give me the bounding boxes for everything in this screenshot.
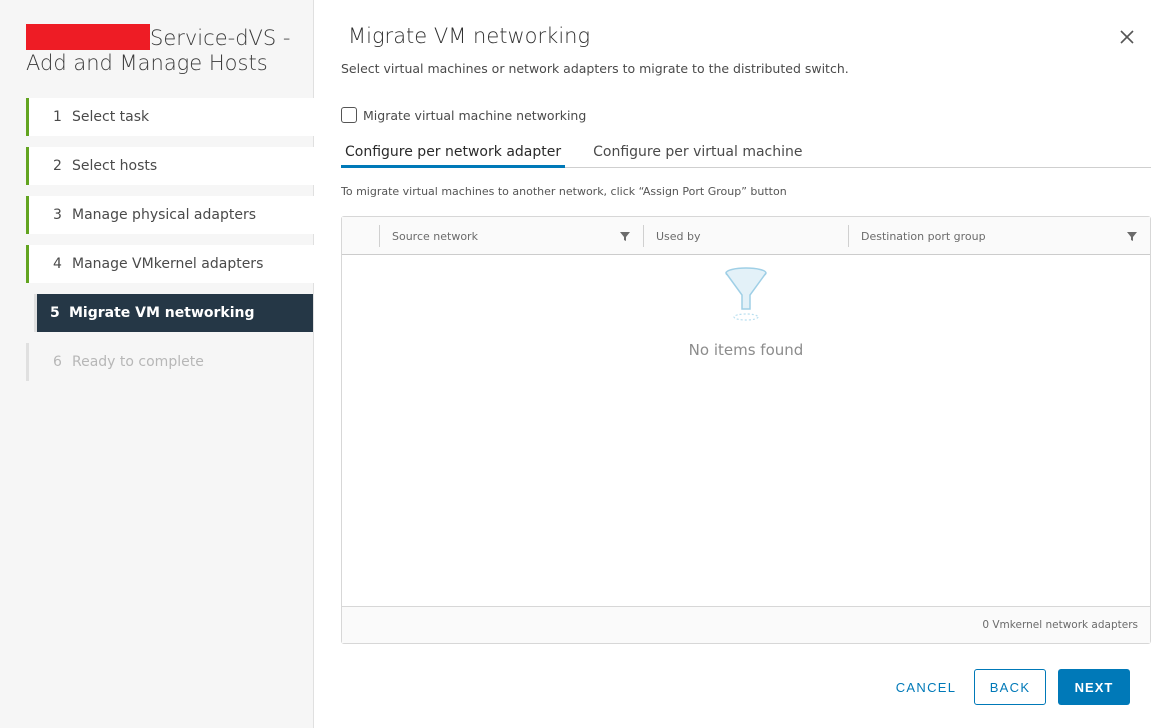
step-number: 5 (50, 305, 60, 321)
page-subtitle: Select virtual machines or network adapt… (341, 61, 849, 76)
step-label: Migrate VM networking (69, 305, 255, 321)
filter-icon[interactable] (1126, 230, 1138, 242)
grid-footer: 0 Vmkernel network adapters (342, 606, 1150, 643)
filter-icon[interactable] (619, 230, 631, 242)
step-label: Select hosts (72, 158, 158, 174)
migrate-vm-networking-checkbox-row[interactable]: Migrate virtual machine networking (341, 107, 586, 123)
column-separator (379, 225, 380, 247)
migrate-vm-networking-checkbox[interactable] (341, 107, 357, 123)
column-separator[interactable] (643, 225, 644, 247)
column-header-used-by[interactable]: Used by (656, 217, 701, 255)
checkbox-label: Migrate virtual machine networking (363, 107, 587, 123)
step-label: Manage physical adapters (72, 207, 256, 223)
close-icon (1120, 30, 1134, 44)
back-button[interactable]: BACK (974, 669, 1046, 705)
column-header-source-network[interactable]: Source network (392, 217, 478, 255)
adapters-grid: Source network Used by Destination port … (341, 216, 1151, 644)
tab-configure-per-network-adapter[interactable]: Configure per network adapter (341, 138, 566, 168)
step-manage-physical-adapters[interactable]: 3 Manage physical adapters (26, 196, 314, 234)
column-separator[interactable] (848, 225, 849, 247)
step-number: 2 (53, 158, 62, 174)
step-select-task[interactable]: 1 Select task (26, 98, 314, 136)
step-number: 6 (53, 354, 62, 370)
empty-state-text: No items found (688, 341, 804, 359)
step-select-hosts[interactable]: 2 Select hosts (26, 147, 314, 185)
step-number: 4 (53, 256, 62, 272)
grid-footer-count: 0 Vmkernel network adapters (982, 619, 1138, 631)
step-manage-vmkernel-adapters[interactable]: 4 Manage VMkernel adapters (26, 245, 314, 283)
redacted-block (26, 24, 150, 50)
step-label: Manage VMkernel adapters (72, 256, 264, 272)
cancel-button[interactable]: CANCEL (889, 669, 963, 705)
step-migrate-vm-networking[interactable]: 5 Migrate VM networking (34, 294, 313, 332)
hint-text: To migrate virtual machines to another n… (341, 185, 787, 198)
wizard-steps: 1 Select task 2 Select hosts 3 Manage ph… (26, 98, 314, 392)
tab-configure-per-virtual-machine[interactable]: Configure per virtual machine (589, 138, 806, 168)
step-label: Ready to complete (72, 354, 204, 370)
next-button[interactable]: NEXT (1058, 669, 1130, 705)
tab-bar: Configure per network adapter Configure … (341, 138, 1151, 168)
wizard-title: Service-dVS - Add and Manage Hosts (26, 24, 306, 76)
step-number: 1 (53, 109, 62, 125)
step-ready-to-complete: 6 Ready to complete (26, 343, 314, 381)
funnel-empty-icon (725, 267, 767, 321)
wizard-content: Migrate VM networking Select virtual mac… (315, 0, 1159, 728)
column-header-destination-port-group[interactable]: Destination port group (861, 217, 986, 255)
empty-state: No items found (342, 265, 1150, 359)
wizard-sidebar: Service-dVS - Add and Manage Hosts 1 Sel… (0, 0, 314, 728)
close-button[interactable] (1116, 26, 1138, 48)
step-number: 3 (53, 207, 62, 223)
grid-header: Source network Used by Destination port … (342, 217, 1150, 255)
step-label: Select task (72, 109, 150, 125)
page-title: Migrate VM networking (348, 24, 591, 48)
